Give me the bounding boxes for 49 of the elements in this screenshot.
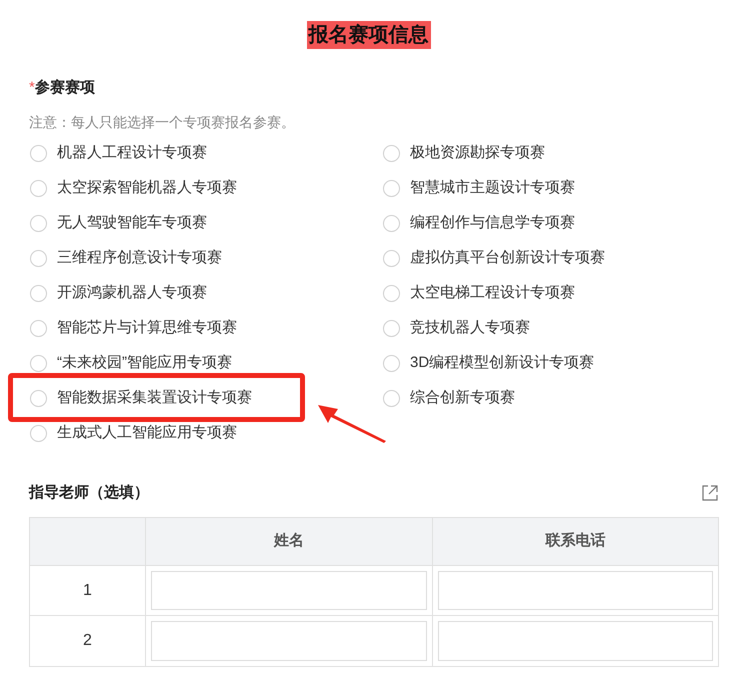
radio-button[interactable] <box>383 354 400 372</box>
option-label: 智能芯片与计算思维专项赛 <box>57 318 237 338</box>
option-label: 生成式人工智能应用专项赛 <box>57 422 237 443</box>
radio-button[interactable] <box>383 284 400 302</box>
radio-button[interactable] <box>383 214 400 232</box>
input-field[interactable] <box>151 571 426 610</box>
column-header: 姓名 <box>274 531 304 552</box>
option-label: “未来校园”智能应用专项赛 <box>57 352 232 373</box>
expand-icon[interactable] <box>702 484 718 501</box>
option-label: 综合创新专项赛 <box>410 388 515 408</box>
input-field[interactable] <box>438 571 713 610</box>
option-label: 极地资源勘探专项赛 <box>410 142 545 163</box>
section-title: 报名赛项信息 <box>306 21 430 49</box>
required-mark: * <box>29 78 35 98</box>
section-label: 指导老师（选填） <box>29 482 149 502</box>
option-label: 开源鸿蒙机器人专项赛 <box>57 282 207 303</box>
row-number: 1 <box>83 580 92 600</box>
radio-button[interactable] <box>30 354 47 372</box>
option-label: 无人驾驶智能车专项赛 <box>57 212 207 233</box>
radio-button[interactable] <box>30 390 47 406</box>
radio-button[interactable] <box>383 320 400 336</box>
option-label: 3D编程模型创新设计专项赛 <box>410 352 594 373</box>
radio-button[interactable] <box>30 284 47 302</box>
input-field[interactable] <box>151 621 426 661</box>
radio-button[interactable] <box>383 180 400 196</box>
radio-button[interactable] <box>383 390 400 406</box>
option-label: 太空探索智能机器人专项赛 <box>57 178 237 198</box>
option-label: 编程创作与信息学专项赛 <box>410 212 575 233</box>
field-note: 注意：每人只能选择一个专项赛报名参赛。 <box>29 112 296 132</box>
option-label: 三维程序创意设计专项赛 <box>57 248 222 268</box>
radio-button[interactable] <box>30 250 47 266</box>
radio-button[interactable] <box>30 144 47 162</box>
radio-button[interactable] <box>383 250 400 266</box>
arrow-icon <box>318 402 388 442</box>
input-field[interactable] <box>438 621 713 661</box>
row-number: 2 <box>83 631 92 651</box>
field-label: 参赛赛项 <box>34 78 95 98</box>
radio-button[interactable] <box>30 320 47 336</box>
radio-button[interactable] <box>30 214 47 232</box>
option-label: 智能数据采集装置设计专项赛 <box>57 388 252 408</box>
option-label: 虚拟仿真平台创新设计专项赛 <box>410 248 605 268</box>
option-label: 机器人工程设计专项赛 <box>57 142 207 163</box>
option-label: 智慧城市主题设计专项赛 <box>410 178 575 198</box>
column-header: 联系电话 <box>545 531 606 552</box>
radio-button[interactable] <box>30 424 47 442</box>
radio-button[interactable] <box>30 180 47 196</box>
option-label: 竞技机器人专项赛 <box>410 318 530 338</box>
option-label: 太空电梯工程设计专项赛 <box>410 282 575 303</box>
radio-button[interactable] <box>383 144 400 162</box>
